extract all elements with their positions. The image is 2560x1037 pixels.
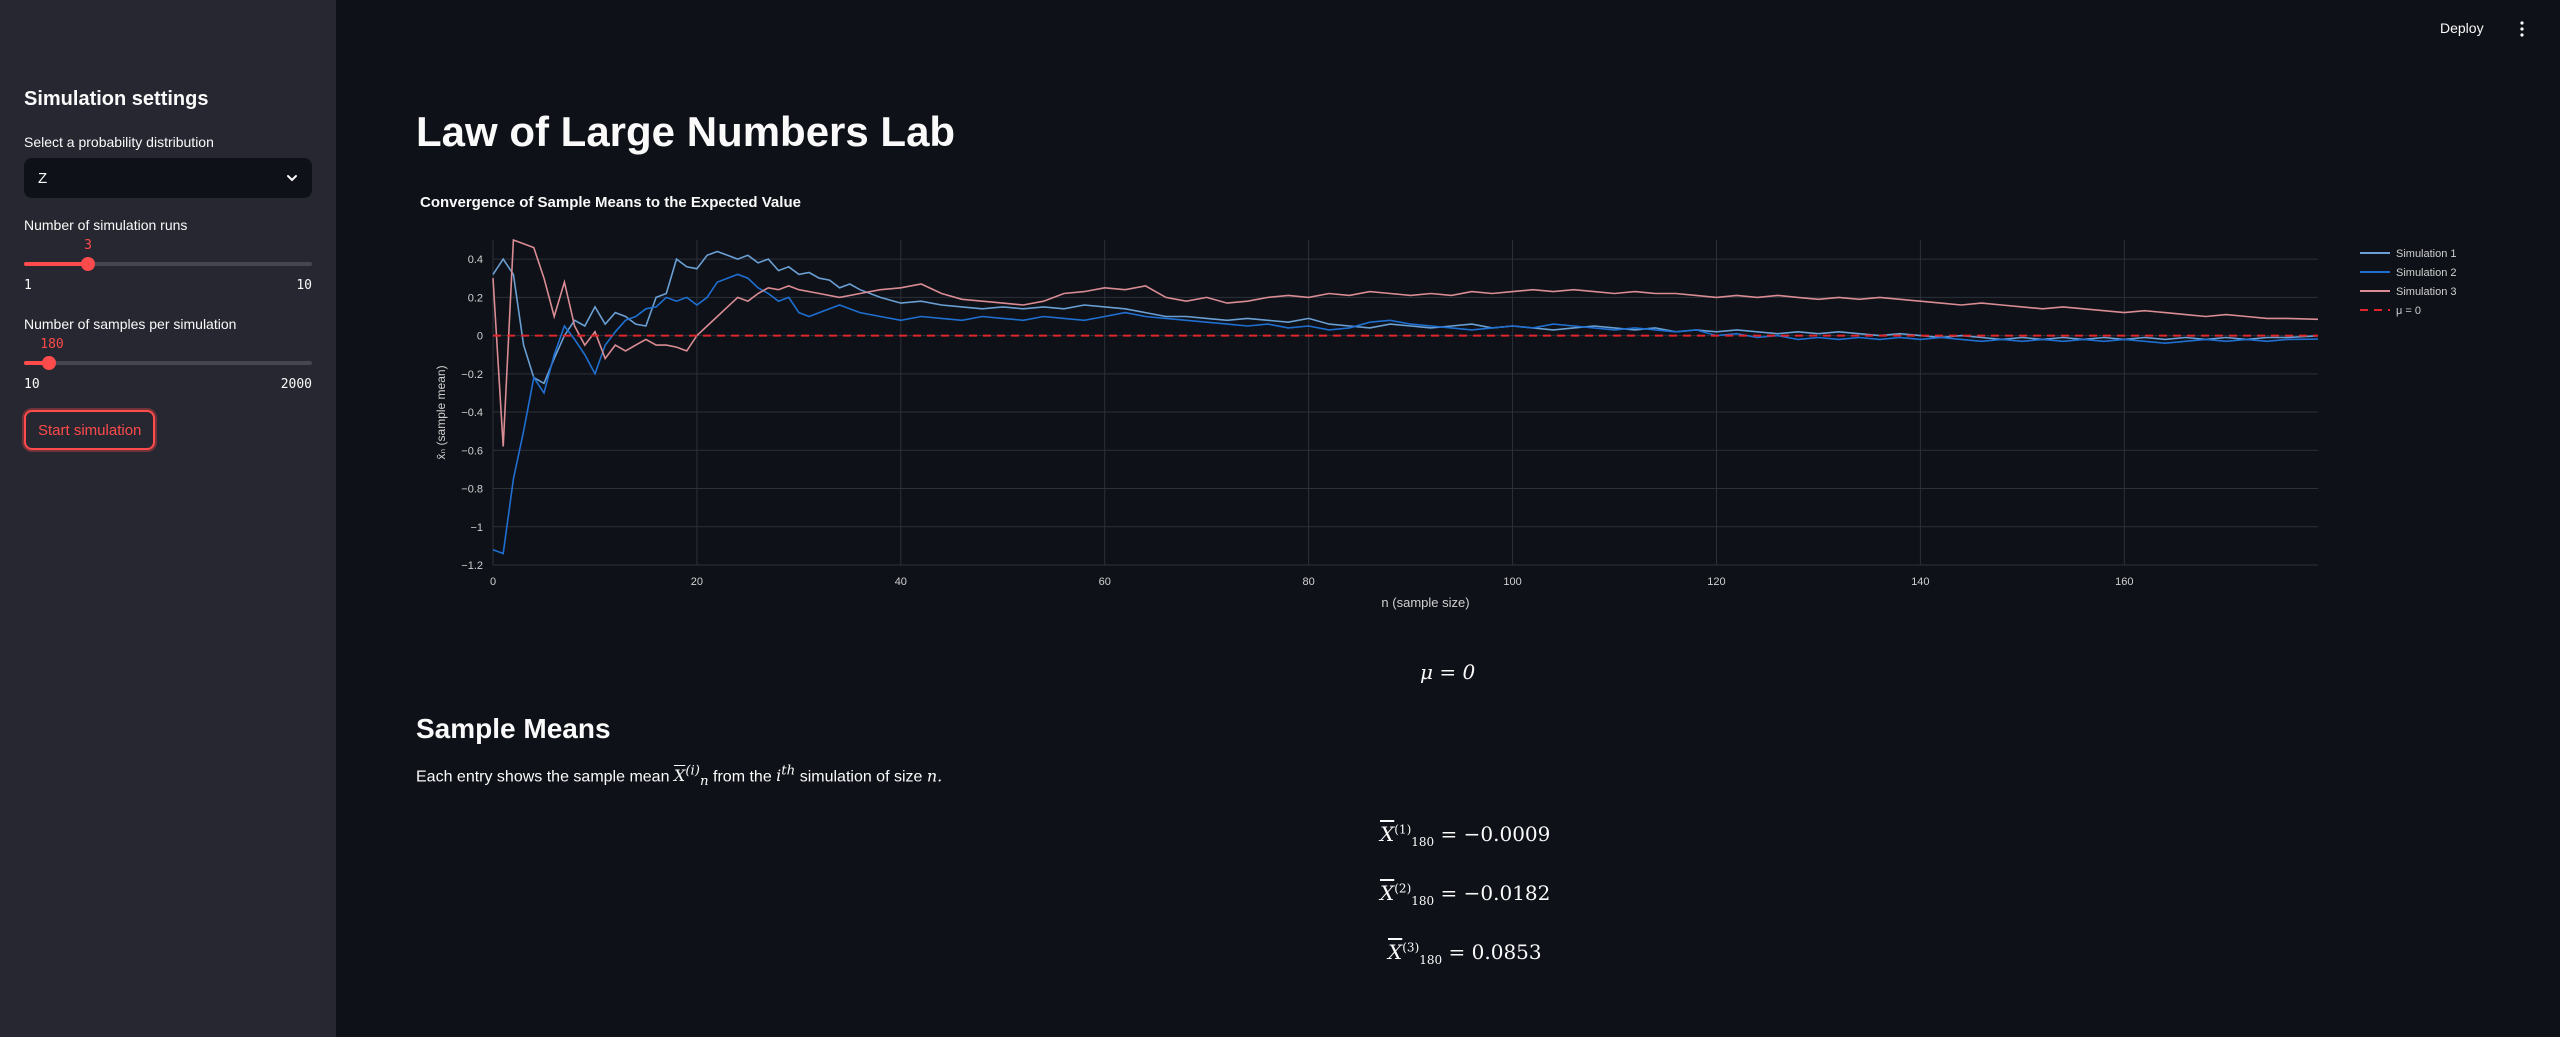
- desc-suffix: simulation of size: [799, 768, 923, 786]
- vertical-dots-icon[interactable]: [2514, 20, 2530, 38]
- distribution-select[interactable]: Z: [24, 158, 312, 198]
- y-tick-label: 0.2: [468, 292, 483, 304]
- convergence-chart: 0 20 40 60 80 100 120 140 160 0.4 0.2 0 −0.2 −0.4 −0.6…: [434, 238, 2457, 610]
- chevron-down-icon: [287, 175, 297, 182]
- x-tick-label: 100: [1503, 576, 1521, 588]
- section-description: Each entry shows the sample mean X(i)n f…: [416, 764, 942, 790]
- y-tick-label: 0: [477, 331, 483, 343]
- y-tick-label: 0.4: [468, 254, 483, 266]
- distribution-select-value: Z: [38, 169, 48, 187]
- x-tick-label: 20: [691, 576, 703, 588]
- samples-slider-thumb[interactable]: [42, 356, 56, 370]
- section-title: Sample Means: [416, 713, 611, 744]
- x-tick-label: 80: [1303, 576, 1315, 588]
- n-symbol: n.: [926, 766, 943, 786]
- samples-slider[interactable]: 180 10 2000: [24, 335, 312, 395]
- x-tick-label: 140: [1911, 576, 1929, 588]
- xbar-symbol: X(i)n: [673, 764, 709, 790]
- sample-mean-1: X(1)180 = −0.0009: [1380, 822, 1551, 849]
- samples-slider-track: [24, 361, 312, 365]
- x-tick-label: 120: [1707, 576, 1725, 588]
- runs-slider-value: 3: [84, 238, 92, 253]
- deploy-button[interactable]: Deploy: [2440, 20, 2484, 36]
- ith-symbol: ith: [776, 764, 796, 786]
- y-tick-label: −0.6: [461, 445, 483, 457]
- y-tick-label: −0.2: [461, 369, 483, 381]
- legend-entry-2: Simulation 2: [2396, 267, 2457, 279]
- desc-prefix: Each entry shows the sample mean: [416, 768, 670, 786]
- runs-slider-thumb[interactable]: [81, 257, 95, 271]
- runs-slider-min: 1: [24, 278, 32, 293]
- start-simulation-button[interactable]: Start simulation: [24, 410, 156, 450]
- y-tick-label: −0.4: [461, 407, 483, 419]
- x-tick-label: 160: [2115, 576, 2133, 588]
- samples-label: Number of samples per simulation: [24, 316, 237, 332]
- sidebar: Simulation settings Select a probability…: [0, 0, 336, 1037]
- y-tick-label: −0.8: [461, 484, 483, 496]
- x-axis-label: n (sample size): [1381, 595, 1469, 610]
- legend-entry-3: Simulation 3: [2396, 286, 2457, 298]
- sample-mean-2: X(2)180 = −0.0182: [1380, 881, 1551, 908]
- sample-mean-3: X(3)180 = 0.0853: [1388, 940, 1542, 967]
- y-axis-label: x̄ₙ (sample mean): [434, 365, 448, 459]
- desc-middle: from the: [713, 768, 772, 786]
- runs-slider[interactable]: 3 1 10: [24, 236, 312, 296]
- runs-slider-max: 10: [296, 278, 312, 293]
- distribution-label: Select a probability distribution: [24, 134, 214, 150]
- runs-slider-fill: [24, 262, 88, 266]
- y-tick-label: −1.2: [461, 560, 483, 572]
- sidebar-title: Simulation settings: [24, 88, 209, 110]
- samples-slider-max: 2000: [280, 377, 312, 392]
- samples-slider-min: 10: [24, 377, 40, 392]
- x-tick-label: 0: [490, 576, 496, 588]
- series-line-2: [492, 273, 2319, 555]
- series-line-3: [492, 238, 2319, 447]
- samples-slider-value: 180: [40, 337, 64, 352]
- runs-label: Number of simulation runs: [24, 217, 188, 233]
- page-title: Law of Large Numbers Lab: [416, 108, 956, 155]
- chart-title: Convergence of Sample Means to the Expec…: [420, 194, 801, 211]
- mu-equation: μ = 0: [1420, 660, 1476, 684]
- legend-entry-1: Simulation 1: [2396, 248, 2457, 260]
- x-tick-label: 40: [895, 576, 907, 588]
- y-tick-label: −1: [470, 522, 483, 534]
- legend-entry-4: μ = 0: [2396, 305, 2421, 317]
- series-line-1: [492, 250, 2319, 385]
- x-tick-label: 60: [1099, 576, 1111, 588]
